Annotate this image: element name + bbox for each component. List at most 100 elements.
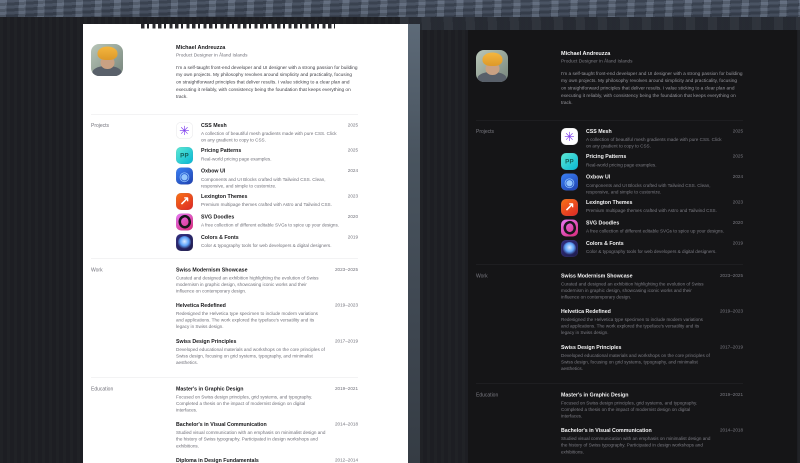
section-projects: Projects ✳ CSS Mesh A collection of beau… (476, 120, 743, 264)
corrupted-top-band (0, 0, 800, 17)
item-title[interactable]: Lexington Themes (586, 199, 727, 206)
item-period: 2014–2018 (335, 421, 358, 427)
profile-name: Michael Andreuzza (561, 50, 611, 57)
projects-item[interactable]: Colors & Fonts Color & typography tools … (176, 233, 358, 251)
item-period: 2023–2025 (720, 272, 743, 278)
projects-item[interactable]: PP Pricing Patterns Real-world pricing p… (176, 147, 358, 165)
project-icon-glyph: ↗ (179, 194, 190, 209)
section-work: Work Swiss Modernism Showcase Curated an… (91, 258, 358, 377)
education-item: Bachelor's in Visual Communication Studi… (561, 427, 743, 455)
oxbow-ui-icon: ◉ (176, 167, 193, 185)
item-main: Pricing Patterns Real-world pricing page… (201, 147, 342, 162)
item-title[interactable]: Pricing Patterns (201, 147, 342, 154)
item-description: Redesigned the Helvetica type specimen t… (176, 311, 318, 330)
item-title[interactable]: Oxbow UI (586, 174, 727, 181)
item-period: 2019–2021 (720, 391, 743, 397)
work-item: Swiss Modernism Showcase Curated and des… (561, 272, 743, 300)
projects-item[interactable]: ◉ Oxbow UI Components and UI Blocks craf… (176, 167, 358, 190)
item-main: Bachelor's in Visual Communication Studi… (561, 427, 714, 455)
avatar (476, 50, 508, 82)
item-main: Colors & Fonts Color & typography tools … (586, 240, 727, 255)
item-period: 2023 (732, 199, 743, 205)
css-mesh-icon: ✳ (176, 122, 193, 140)
section-label: Education (91, 386, 114, 392)
scrollbar[interactable] (408, 24, 420, 463)
item-period: 2019–2023 (335, 302, 358, 308)
item-main: Swiss Design Principles Developed educat… (561, 344, 714, 372)
work-item: Swiss Design Principles Developed educat… (176, 338, 358, 366)
resume-card-dark: Michael Andreuzza Product Designer in Ål… (468, 30, 797, 463)
projects-item[interactable]: PP Pricing Patterns Real-world pricing p… (561, 153, 743, 171)
item-period: 2020 (732, 219, 743, 225)
item-title[interactable]: CSS Mesh (201, 122, 342, 129)
item-main: Bachelor's in Visual Communication Studi… (176, 421, 329, 449)
projects-item[interactable]: ✳ CSS Mesh A collection of beautiful mes… (561, 128, 743, 150)
work-item: Helvetica Redefined Redesigned the Helve… (561, 308, 743, 336)
projects-item[interactable]: SVG Doodles A free collection of differe… (176, 213, 358, 231)
education-item: Master's in Graphic Design Focused on Sw… (176, 385, 358, 413)
item-period: 2017–2019 (335, 338, 358, 344)
item-main: Helvetica Redefined Redesigned the Helve… (561, 308, 714, 336)
item-title: Helvetica Redefined (176, 302, 226, 309)
item-main: Diploma in Design Fundamentals Learned f… (176, 457, 329, 463)
sections: Projects ✳ CSS Mesh A collection of beau… (476, 120, 743, 463)
item-description: Components and UI Blocks crafted with Ta… (201, 176, 326, 189)
corrupted-top-band-right (400, 17, 800, 30)
oxbow-ui-icon: ◉ (561, 173, 578, 191)
work-item: Swiss Modernism Showcase Curated and des… (176, 266, 358, 294)
education-item: Master's in Graphic Design Focused on Sw… (561, 391, 743, 419)
item-main: SVG Doodles A free collection of differe… (201, 213, 342, 228)
item-title[interactable]: Pricing Patterns (586, 153, 727, 160)
item-description: Real-world pricing page examples. (586, 162, 657, 168)
resume-page: Michael Andreuzza Product Designer in Ål… (468, 30, 797, 463)
item-main: Swiss Modernism Showcase Curated and des… (561, 272, 714, 300)
item-title[interactable]: Lexington Themes (201, 193, 342, 200)
projects-item[interactable]: SVG Doodles A free collection of differe… (561, 219, 743, 237)
svg-doodles-icon (561, 219, 578, 237)
section-projects: Projects ✳ CSS Mesh A collection of beau… (91, 114, 358, 258)
css-mesh-icon: ✳ (561, 128, 578, 146)
item-title: Swiss Modernism Showcase (561, 272, 633, 279)
item-title: Helvetica Redefined (561, 308, 611, 315)
item-title[interactable]: CSS Mesh (586, 128, 727, 135)
item-period: 2017–2019 (720, 344, 743, 350)
section-label: Projects (91, 123, 110, 129)
projects-item[interactable]: ↗ Lexington Themes Premium multipage the… (561, 198, 743, 216)
section-label: Projects (476, 129, 495, 135)
section-label: Work (91, 267, 103, 273)
resume-page: Michael Andreuzza Product Designer in Ål… (83, 24, 420, 463)
projects-item[interactable]: ◉ Oxbow UI Components and UI Blocks craf… (561, 173, 743, 196)
item-title: Swiss Design Principles (561, 344, 622, 351)
item-title[interactable]: Colors & Fonts (201, 234, 342, 241)
project-icon-glyph: PP (565, 158, 574, 166)
item-title[interactable]: Colors & Fonts (586, 240, 727, 247)
item-period: 2019–2023 (720, 308, 743, 314)
item-title[interactable]: Oxbow UI (201, 168, 342, 175)
projects-item[interactable]: ✳ CSS Mesh A collection of beautiful mes… (176, 122, 358, 144)
section-education: Education Master's in Graphic Design Foc… (91, 377, 358, 463)
profile-text: Michael Andreuzza Product Designer in Ål… (561, 50, 743, 107)
item-period: 2024 (347, 168, 358, 174)
lexington-themes-icon: ↗ (561, 198, 578, 216)
avatar-beanie (97, 46, 118, 60)
item-title[interactable]: SVG Doodles (201, 213, 342, 220)
resume-card-light: Michael Andreuzza Product Designer in Ål… (83, 24, 420, 463)
item-description: Studied visual communication with an emp… (561, 436, 711, 455)
project-icon-glyph: ↗ (564, 200, 575, 215)
item-title: Swiss Modernism Showcase (176, 266, 248, 273)
item-description: Developed educational materials and work… (561, 352, 710, 371)
item-title[interactable]: SVG Doodles (586, 219, 727, 226)
projects-item[interactable]: Colors & Fonts Color & typography tools … (561, 239, 743, 257)
item-main: Colors & Fonts Color & typography tools … (201, 234, 342, 249)
project-icon-glyph: ✳ (179, 123, 190, 138)
item-period: 2025 (347, 147, 358, 153)
projects-item[interactable]: ↗ Lexington Themes Premium multipage the… (176, 192, 358, 210)
item-period: 2019 (732, 240, 743, 246)
item-title: Bachelor's in Visual Communication (176, 421, 267, 428)
item-period: 2019 (347, 234, 358, 240)
item-description: Focused on Swiss design principles, grid… (561, 400, 698, 419)
item-period: 2020 (347, 213, 358, 219)
project-icon-glyph: ◉ (564, 174, 575, 190)
sections: Projects ✳ CSS Mesh A collection of beau… (91, 114, 358, 463)
item-description: Redesigned the Helvetica type specimen t… (561, 317, 703, 336)
